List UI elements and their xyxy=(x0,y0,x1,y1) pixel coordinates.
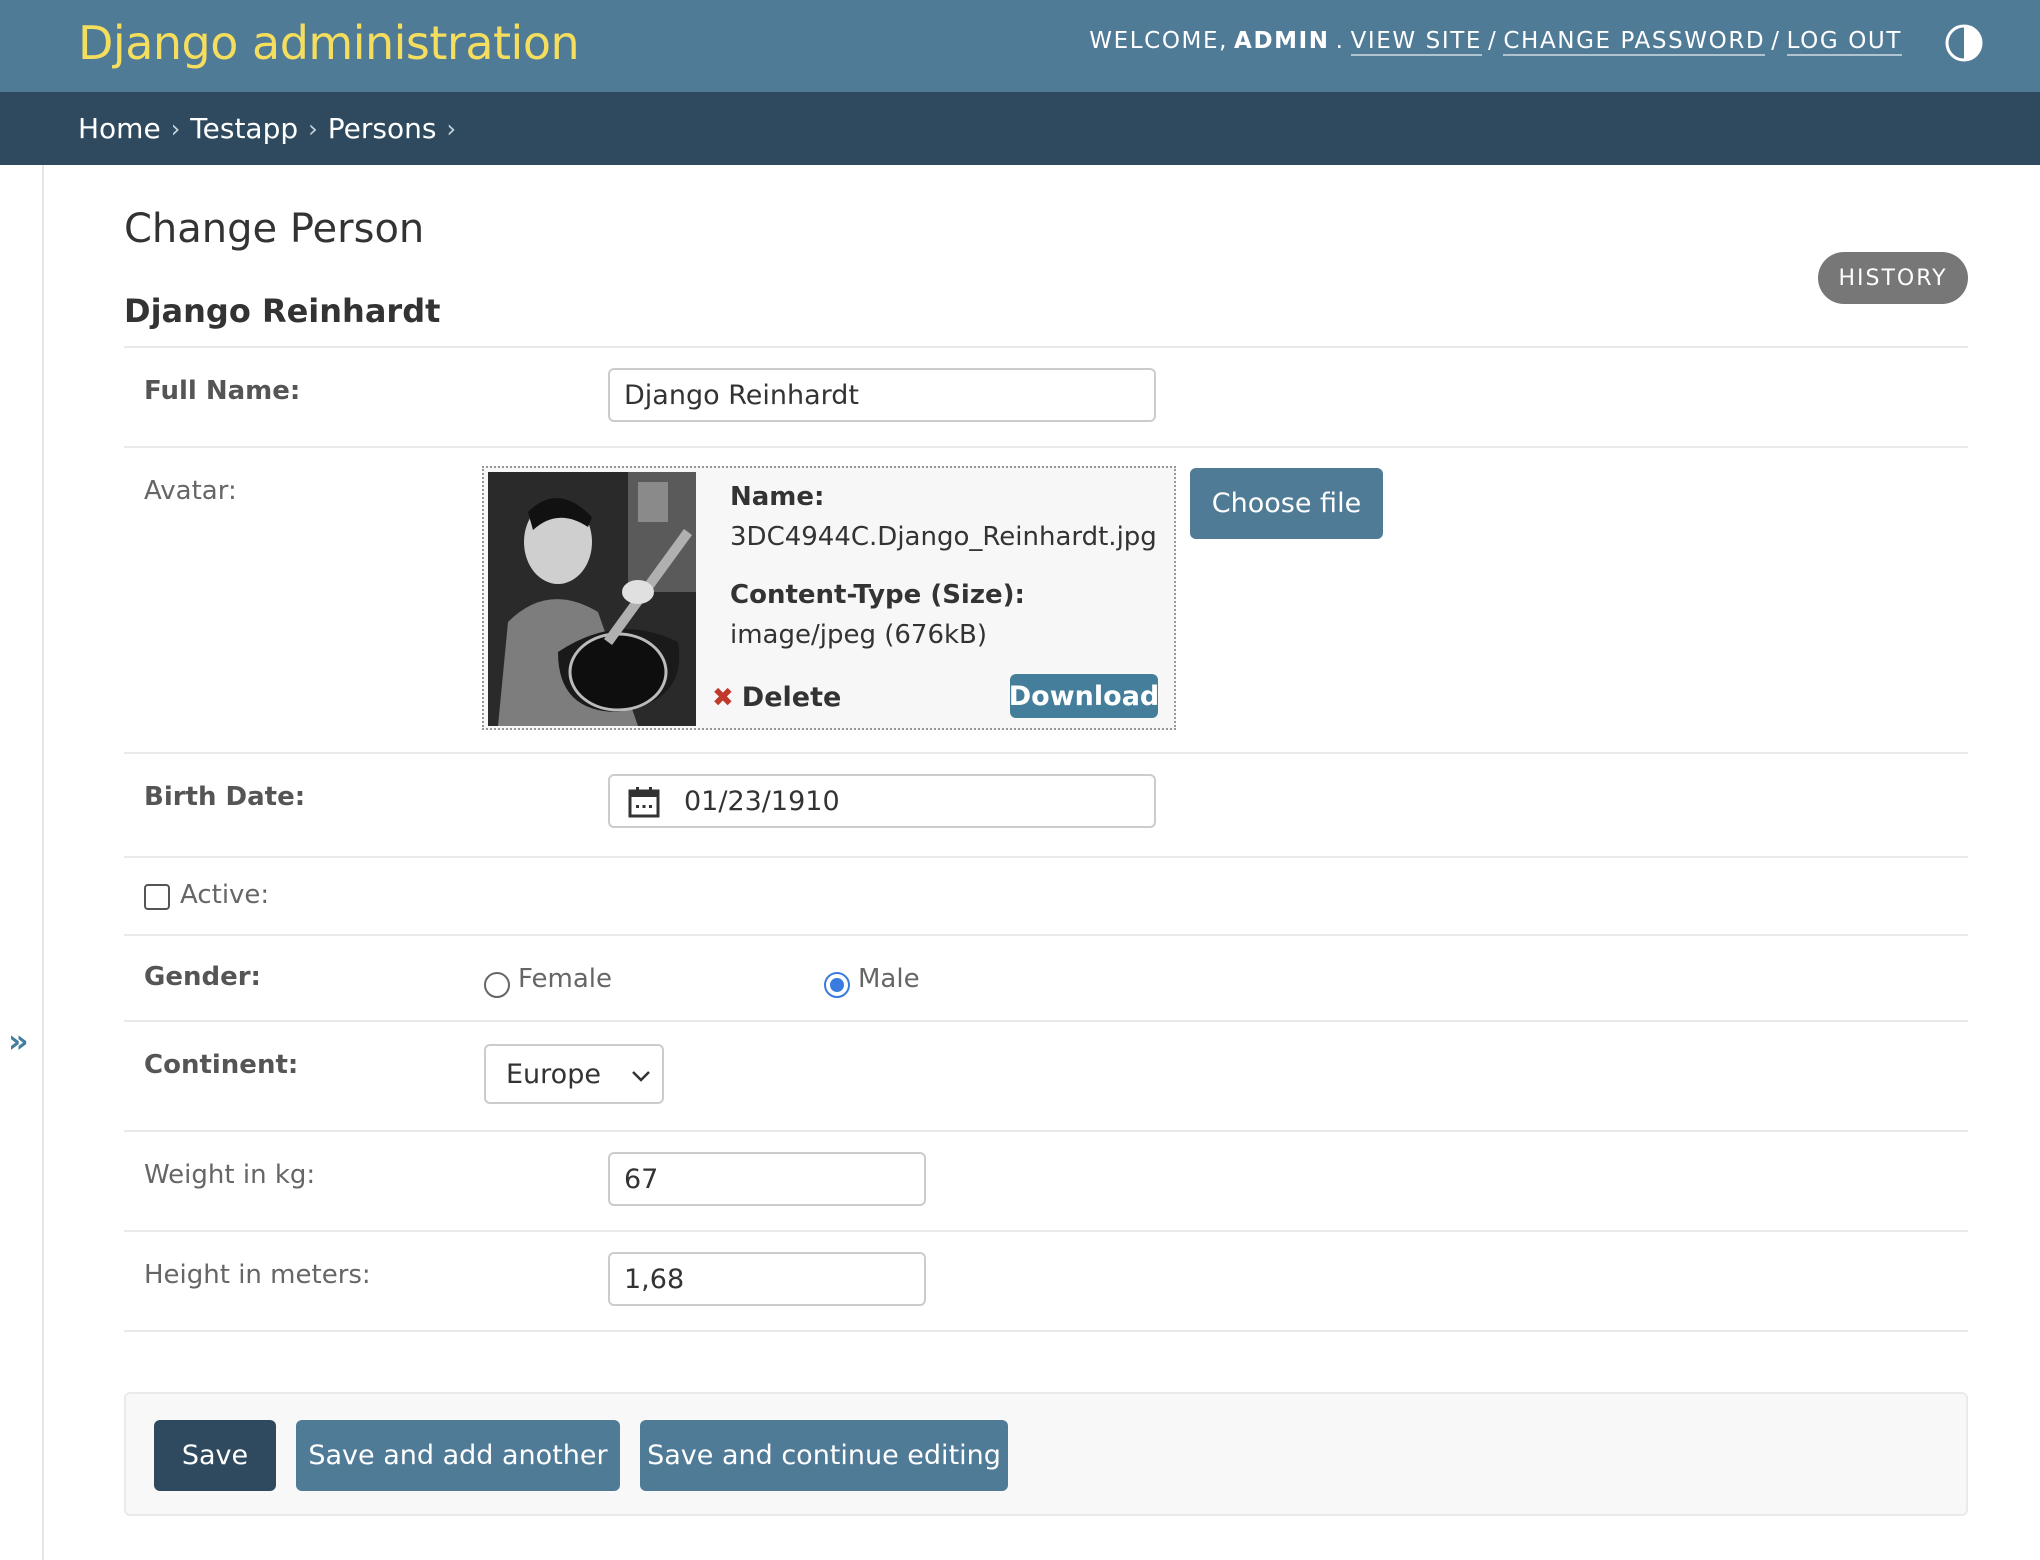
view-site-link[interactable]: VIEW SITE xyxy=(1350,28,1483,56)
height-label: Height in meters: xyxy=(144,1260,371,1290)
user-tools-separator: / xyxy=(1488,28,1498,54)
avatar-type-value: image/jpeg (676kB) xyxy=(730,620,988,650)
form-row-gender: Gender: Female Male xyxy=(124,936,1968,1022)
birth-date-label: Birth Date: xyxy=(144,782,306,812)
log-out-link[interactable]: LOG OUT xyxy=(1786,28,1902,56)
page-title: Change Person xyxy=(124,206,425,252)
site-branding[interactable]: Django administration xyxy=(78,16,580,70)
avatar-delete-button[interactable]: ✖ Delete xyxy=(712,682,841,713)
full-name-input[interactable]: Django Reinhardt xyxy=(608,368,1156,422)
avatar-download-button[interactable]: Download xyxy=(1009,674,1159,718)
form-row-continent: Continent: xyxy=(124,1022,1968,1132)
save-and-continue-button[interactable]: Save and continue editing xyxy=(640,1420,1008,1491)
height-input[interactable]: 1,68 xyxy=(608,1252,926,1306)
breadcrumb-testapp[interactable]: Testapp xyxy=(190,112,298,145)
weight-input[interactable]: 67 xyxy=(608,1152,926,1206)
continent-label: Continent: xyxy=(144,1050,299,1080)
user-tools-separator: / xyxy=(1771,28,1781,54)
nav-sidebar-collapsed xyxy=(0,165,44,1560)
full-name-label: Full Name: xyxy=(144,376,301,406)
save-button[interactable]: Save xyxy=(154,1420,276,1491)
gender-male-radio[interactable] xyxy=(824,972,850,998)
continent-select[interactable]: Europe xyxy=(484,1044,664,1104)
welcome-text: WELCOME, xyxy=(1089,28,1229,54)
avatar-name-label: Name: xyxy=(730,482,825,512)
birth-date-input[interactable]: 01/23/1910 xyxy=(608,774,1156,828)
continent-selected-value: Europe xyxy=(506,1058,601,1090)
avatar-thumbnail[interactable] xyxy=(488,472,696,726)
theme-toggle-icon[interactable] xyxy=(1944,23,1984,63)
form-row-weight: Weight in kg: 67 xyxy=(124,1132,1968,1232)
avatar-name-value: 3DC4944C.Django_Reinhardt.jpg xyxy=(730,522,1157,552)
history-button[interactable]: HISTORY xyxy=(1818,252,1968,304)
calendar-icon[interactable] xyxy=(628,786,660,818)
avatar-label: Avatar: xyxy=(144,476,237,506)
choose-file-button[interactable]: Choose file xyxy=(1190,468,1383,539)
user-tools: WELCOME, ADMIN. VIEW SITE / CHANGE PASSW… xyxy=(1089,28,1902,56)
avatar-file-widget: Name: 3DC4944C.Django_Reinhardt.jpg Cont… xyxy=(482,466,1176,730)
object-title: Django Reinhardt xyxy=(124,292,441,330)
form-row-height: Height in meters: 1,68 xyxy=(124,1232,1968,1332)
avatar-delete-label: Delete xyxy=(741,682,842,713)
submit-row: Save Save and add another Save and conti… xyxy=(124,1392,1968,1516)
breadcrumb: Home › Testapp › Persons › xyxy=(0,92,2040,165)
gender-label: Gender: xyxy=(144,962,261,992)
gender-female-radio[interactable] xyxy=(484,972,510,998)
delete-x-icon: ✖ xyxy=(712,682,734,713)
gender-female-label[interactable]: Female xyxy=(518,964,612,994)
breadcrumb-separator: › xyxy=(170,114,181,143)
avatar-type-label: Content-Type (Size): xyxy=(730,580,1025,610)
username: ADMIN xyxy=(1234,28,1330,54)
nav-sidebar-toggle-icon[interactable]: » xyxy=(8,1022,29,1060)
chevron-down-icon xyxy=(632,1071,650,1082)
breadcrumb-separator: › xyxy=(308,114,318,143)
active-label: Active: xyxy=(180,880,270,910)
gender-male-label[interactable]: Male xyxy=(858,964,920,994)
form-row-active: Active: xyxy=(124,858,1968,936)
weight-label: Weight in kg: xyxy=(144,1160,316,1190)
save-and-add-another-button[interactable]: Save and add another xyxy=(296,1420,620,1491)
header-bar: Django administration WELCOME, ADMIN. VI… xyxy=(0,0,2040,92)
form-row-birth-date: Birth Date: 01/23/1910 xyxy=(124,754,1968,858)
breadcrumb-home[interactable]: Home xyxy=(78,112,161,145)
breadcrumb-persons[interactable]: Persons xyxy=(328,112,437,145)
form-row-full-name: Full Name: Django Reinhardt xyxy=(124,348,1968,448)
active-checkbox[interactable] xyxy=(144,884,170,910)
change-password-link[interactable]: CHANGE PASSWORD xyxy=(1503,28,1766,56)
breadcrumb-separator: › xyxy=(446,114,457,143)
